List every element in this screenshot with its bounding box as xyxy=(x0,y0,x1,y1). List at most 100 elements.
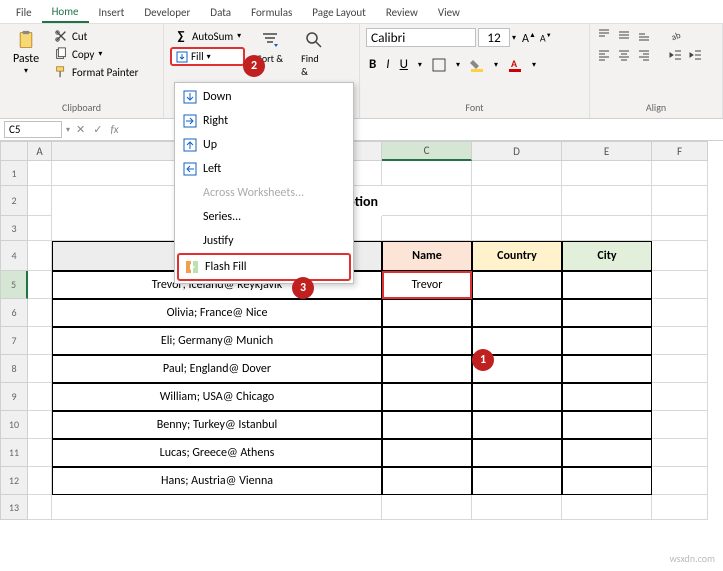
col-header-a[interactable]: A xyxy=(28,141,52,161)
italic-button[interactable]: I xyxy=(383,55,392,74)
fx-check-icon[interactable]: ✓ xyxy=(93,123,102,136)
cell-e5[interactable] xyxy=(562,271,652,299)
align-right-icon[interactable] xyxy=(636,48,652,62)
fill-up-label: Up xyxy=(203,138,217,152)
cell-c7[interactable] xyxy=(382,327,472,355)
svg-text:A: A xyxy=(511,58,518,70)
tab-home[interactable]: Home xyxy=(42,1,89,23)
find-label: Find & xyxy=(301,52,327,78)
font-color-button[interactable]: A xyxy=(505,55,525,74)
cell-e6[interactable] xyxy=(562,299,652,327)
align-middle-icon[interactable] xyxy=(616,28,632,42)
tab-insert[interactable]: Insert xyxy=(89,2,135,22)
cell-e10[interactable] xyxy=(562,411,652,439)
decrease-font-icon[interactable]: A▼ xyxy=(540,31,552,44)
underline-button[interactable]: U xyxy=(397,55,411,74)
cell-b7[interactable]: Eli; Germany@ Munich xyxy=(52,327,382,355)
align-top-icon[interactable] xyxy=(596,28,612,42)
autosum-button[interactable]: ∑ AutoSum ▾ xyxy=(170,28,245,44)
fill-label: Fill xyxy=(191,50,204,63)
callout-1: 1 xyxy=(472,349,494,371)
cell-b6[interactable]: Olivia; France@ Nice xyxy=(52,299,382,327)
cut-button[interactable]: Cut xyxy=(50,28,142,44)
col-header-c[interactable]: C xyxy=(382,141,472,161)
fill-down-label: Down xyxy=(203,90,232,104)
cell-d6[interactable] xyxy=(472,299,562,327)
cell-d12[interactable] xyxy=(472,467,562,495)
fill-color-button[interactable] xyxy=(467,55,487,74)
cell-e9[interactable] xyxy=(562,383,652,411)
tab-review[interactable]: Review xyxy=(376,2,428,22)
cell-e12[interactable] xyxy=(562,467,652,495)
tab-data[interactable]: Data xyxy=(200,2,241,22)
decrease-indent-icon[interactable] xyxy=(668,48,684,62)
cell-b9[interactable]: William; USA@ Chicago xyxy=(52,383,382,411)
align-center-icon[interactable] xyxy=(616,48,632,62)
tab-file[interactable]: File xyxy=(6,2,42,22)
fill-justify-item[interactable]: Justify xyxy=(177,229,351,253)
cell-b8[interactable]: Paul; England@ Dover xyxy=(52,355,382,383)
font-name-input[interactable] xyxy=(366,28,476,47)
cell-d11[interactable] xyxy=(472,439,562,467)
find-select-button[interactable]: Find & xyxy=(297,28,331,80)
arrow-down-icon xyxy=(182,89,198,105)
cell-d9[interactable] xyxy=(472,383,562,411)
cell-e11[interactable] xyxy=(562,439,652,467)
cell-e7[interactable] xyxy=(562,327,652,355)
copy-label: Copy xyxy=(72,48,94,61)
fill-up-item[interactable]: Up xyxy=(177,133,351,157)
col-header-d[interactable]: D xyxy=(472,141,562,161)
sigma-icon: ∑ xyxy=(174,29,188,43)
cell-d10[interactable] xyxy=(472,411,562,439)
format-painter-button[interactable]: Format Painter xyxy=(50,64,142,80)
increase-font-icon[interactable]: A▲ xyxy=(522,30,536,46)
spreadsheet-grid[interactable]: A B C D E F 1 2 lash Fill Option 3 4 Nam… xyxy=(0,141,723,520)
bold-button[interactable]: B xyxy=(366,55,379,74)
cell-d5[interactable] xyxy=(472,271,562,299)
col-header-e[interactable]: E xyxy=(562,141,652,161)
cell-c12[interactable] xyxy=(382,467,472,495)
increase-indent-icon[interactable] xyxy=(688,48,704,62)
align-bottom-icon[interactable] xyxy=(636,28,652,42)
fill-right-item[interactable]: Right xyxy=(177,109,351,133)
paste-button[interactable]: Paste ▾ xyxy=(6,28,46,78)
fill-button[interactable]: Fill ▾ xyxy=(170,47,245,66)
fx-icon[interactable]: fx xyxy=(110,123,118,136)
cell-c11[interactable] xyxy=(382,439,472,467)
fill-series-item[interactable]: Series... xyxy=(177,205,351,229)
cell-b10[interactable]: Benny; Turkey@ Istanbul xyxy=(52,411,382,439)
cell-c5[interactable]: Trevor xyxy=(382,271,472,299)
orientation-icon[interactable]: ab xyxy=(668,28,684,42)
fill-dropdown: Down Right Up Left Across Worksheets... … xyxy=(174,82,354,284)
tab-view[interactable]: View xyxy=(428,2,470,22)
flash-fill-label: Flash Fill xyxy=(205,260,247,274)
tab-formulas[interactable]: Formulas xyxy=(241,2,302,22)
fill-series-label: Series... xyxy=(203,210,241,224)
find-icon xyxy=(304,30,324,50)
format-painter-label: Format Painter xyxy=(72,66,138,79)
cell-b11[interactable]: Lucas; Greece@ Athens xyxy=(52,439,382,467)
cell-e8[interactable] xyxy=(562,355,652,383)
clipboard-group-label: Clipboard xyxy=(6,101,157,114)
sort-icon xyxy=(260,30,280,50)
cell-c8[interactable] xyxy=(382,355,472,383)
callout-3: 3 xyxy=(292,277,314,299)
fx-cancel-icon[interactable]: ✕ xyxy=(76,123,85,136)
font-group-label: Font xyxy=(366,101,583,114)
cell-c6[interactable] xyxy=(382,299,472,327)
fill-left-item[interactable]: Left xyxy=(177,157,351,181)
name-box[interactable] xyxy=(4,121,62,138)
border-button[interactable] xyxy=(429,55,449,74)
cell-c9[interactable] xyxy=(382,383,472,411)
font-size-input[interactable] xyxy=(478,28,510,47)
tab-developer[interactable]: Developer xyxy=(134,2,200,22)
paste-label: Paste xyxy=(13,52,39,66)
flash-fill-item[interactable]: Flash Fill xyxy=(177,253,351,281)
tab-pagelayout[interactable]: Page Layout xyxy=(302,2,376,22)
cell-c10[interactable] xyxy=(382,411,472,439)
align-left-icon[interactable] xyxy=(596,48,612,62)
copy-button[interactable]: Copy ▾ xyxy=(50,46,142,62)
cell-b12[interactable]: Hans; Austria@ Vienna xyxy=(52,467,382,495)
fill-down-item[interactable]: Down xyxy=(177,85,351,109)
col-header-f[interactable]: F xyxy=(652,141,708,161)
